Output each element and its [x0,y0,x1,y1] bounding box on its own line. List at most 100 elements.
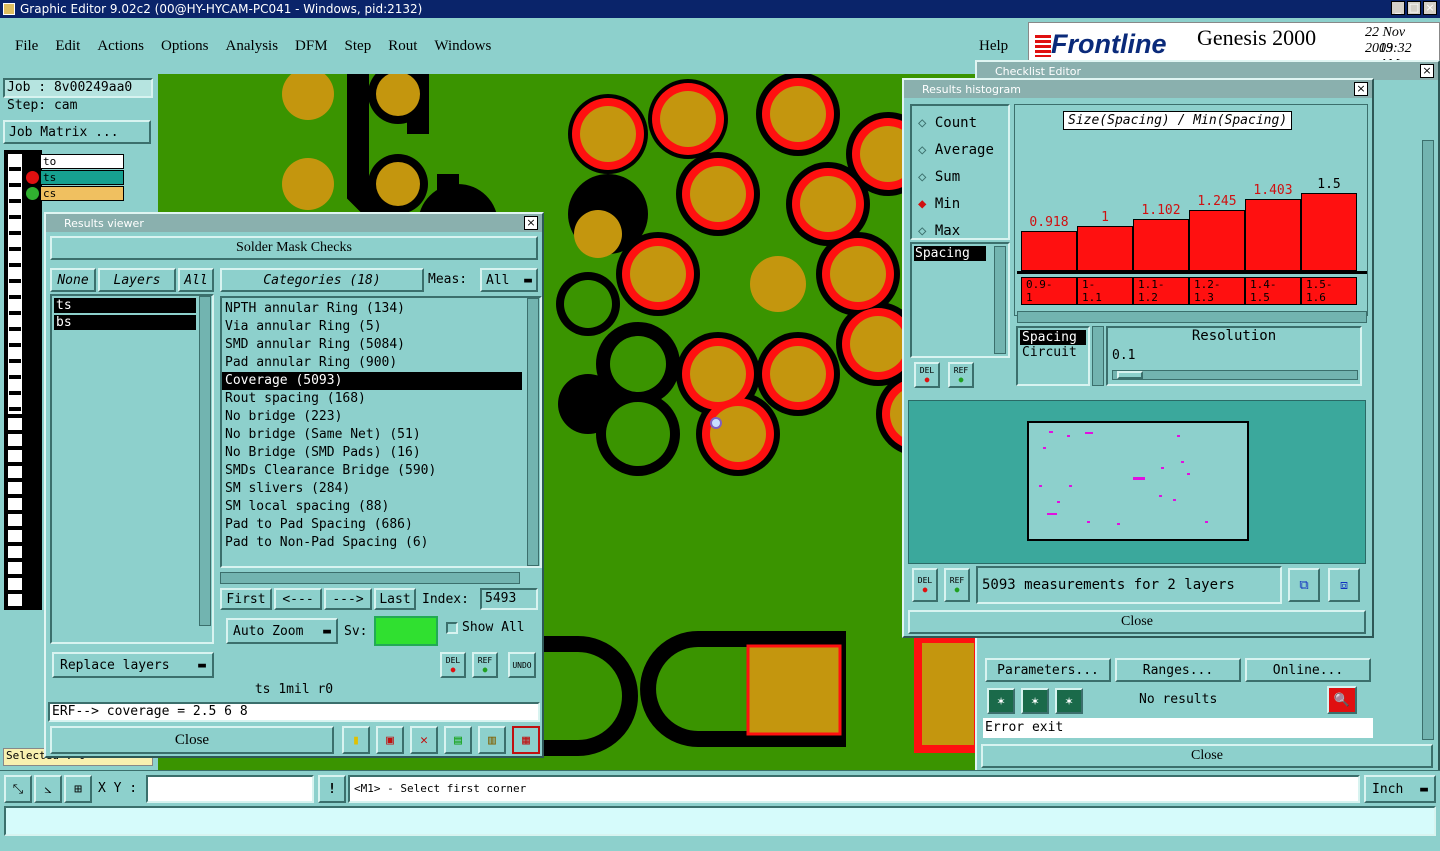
export-icon[interactable]: ▣ [376,726,404,754]
parameters-button[interactable]: Parameters... [985,658,1111,682]
category-item[interactable]: No bridge (Same Net) (51) [222,426,522,444]
replace-layers-select[interactable]: Replace layers ▬ [52,652,214,678]
histogram-bar[interactable] [1245,199,1301,271]
menu-step[interactable]: Step [345,38,372,55]
grid-tool-icon[interactable]: ⊞ [64,775,92,803]
undo-button[interactable]: UNDO [508,652,536,678]
mode-average[interactable]: ◇ Average [918,137,1002,164]
mode-sum[interactable]: ◇ Sum [918,164,1002,191]
zoom-area-icon[interactable]: ⧈ [1328,568,1360,602]
close-button[interactable]: Close [50,726,334,754]
histogram-bar[interactable] [1021,231,1077,271]
zoom-fit-icon[interactable]: ⧉ [1288,568,1320,602]
category-item[interactable]: Via annular Ring (5) [222,318,522,336]
layer-item-ts[interactable]: ts [54,298,196,313]
hist-del-button[interactable]: DEL ● [914,362,940,388]
layers-button[interactable]: Layers [98,268,176,292]
run-icon[interactable]: ✶ [987,688,1015,714]
select-tool-icon[interactable]: ⤡ [4,775,32,803]
run-selected-icon[interactable]: ✶ [1021,688,1049,714]
minimize-button[interactable]: _ [1391,1,1405,15]
close-icon[interactable]: × [1354,82,1368,96]
layer-row-ts[interactable]: ts [40,170,124,185]
kind-spacing[interactable]: Spacing [1020,330,1086,345]
measure-tool-icon[interactable]: ⦣ [34,775,62,803]
mode-min[interactable]: ◆ Min [918,191,1002,218]
kind-circuit[interactable]: Circuit [1020,345,1086,360]
histogram-bar[interactable] [1189,210,1245,271]
units-select[interactable]: Inch ▬ [1364,775,1436,803]
category-item[interactable]: Pad to Non-Pad Spacing (6) [222,534,522,552]
mode-count[interactable]: ◇ Count [918,110,1002,137]
category-item[interactable]: SMD annular Ring (5084) [222,336,522,354]
histogram-close-button[interactable]: Close [908,610,1366,634]
hist-del-button-2[interactable]: DEL ● [912,568,938,602]
layer-item-bs[interactable]: bs [54,315,196,330]
resolution-slider[interactable] [1112,370,1358,380]
run-all-icon[interactable]: ✶ [1055,688,1083,714]
close-icon[interactable]: × [1420,64,1434,78]
zoom-results-icon[interactable]: 🔍 [1327,686,1357,714]
hist-ref-button-2[interactable]: REF ● [944,568,970,602]
job-matrix-button[interactable]: Job Matrix ... [3,120,151,144]
category-item[interactable]: No bridge (223) [222,408,522,426]
histogram-icon[interactable]: ▦ [512,726,540,754]
sv-color-select[interactable] [374,616,438,646]
spacing-list-item[interactable]: Spacing [914,246,986,261]
checklist-close-button[interactable]: Close [981,744,1433,768]
category-item[interactable]: Coverage (5093) [222,372,522,390]
index-input[interactable]: 5493 [480,588,538,610]
menu-options[interactable]: Options [161,38,209,55]
kind-scrollbar[interactable] [1092,326,1104,386]
menu-help[interactable]: Help [979,38,1008,55]
category-item[interactable]: Pad to Pad Spacing (686) [222,516,522,534]
layer-row-cs[interactable]: cs [40,186,124,201]
ranges-button[interactable]: Ranges... [1115,658,1241,682]
online-button[interactable]: Online... [1245,658,1371,682]
category-item[interactable]: SMDs Clearance Bridge (590) [222,462,522,480]
category-list-scrollbar[interactable] [527,298,539,566]
category-item[interactable]: NPTH annular Ring (134) [222,300,522,318]
menu-windows[interactable]: Windows [434,38,491,55]
alert-icon[interactable]: ! [318,775,346,803]
next-button[interactable]: ---> [324,588,372,610]
step-icon[interactable]: ▤ [444,726,472,754]
close-window-button[interactable]: × [1423,1,1437,15]
menu-dfm[interactable]: DFM [295,38,328,55]
category-item[interactable]: SM slivers (284) [222,480,522,498]
category-item[interactable]: No Bridge (SMD Pads) (16) [222,444,522,462]
xy-input[interactable] [146,775,314,803]
last-button[interactable]: Last [374,588,416,610]
erase-icon[interactable]: ✕ [410,726,438,754]
layer-list-scrollbar[interactable] [199,296,211,626]
auto-zoom-select[interactable]: Auto Zoom ▬ [226,618,338,644]
category-item[interactable]: Pad annular Ring (900) [222,354,522,372]
categories-button[interactable]: Categories (18) [220,268,424,292]
first-button[interactable]: First [220,588,272,610]
show-all-checkbox[interactable] [446,622,458,634]
histogram-bar[interactable] [1133,219,1189,271]
report-icon[interactable]: ▥ [478,726,506,754]
maximize-button[interactable]: □ [1407,1,1421,15]
mode-max[interactable]: ◇ Max [918,218,1002,245]
histogram-bar[interactable] [1301,193,1357,271]
spacing-list-scrollbar[interactable] [994,246,1006,354]
category-item[interactable]: Rout spacing (168) [222,390,522,408]
menu-file[interactable]: File [15,38,38,55]
category-item[interactable]: SM local spacing (88) [222,498,522,516]
del-button[interactable]: DEL ● [440,652,466,678]
meas-select[interactable]: All ▬ [480,268,538,292]
histogram-bar[interactable] [1077,226,1133,271]
chart-icon[interactable]: ▮ [342,726,370,754]
menu-actions[interactable]: Actions [97,38,144,55]
close-icon[interactable]: × [524,216,538,230]
checklist-scrollbar[interactable] [1422,140,1434,740]
hist-ref-button[interactable]: REF ● [948,362,974,388]
histogram-hscrollbar[interactable] [1017,311,1367,323]
menu-rout[interactable]: Rout [388,38,417,55]
menu-edit[interactable]: Edit [55,38,80,55]
prev-button[interactable]: <--- [274,588,322,610]
all-layers-button[interactable]: All [178,268,214,292]
category-hscrollbar[interactable] [220,572,520,584]
menu-analysis[interactable]: Analysis [226,38,279,55]
